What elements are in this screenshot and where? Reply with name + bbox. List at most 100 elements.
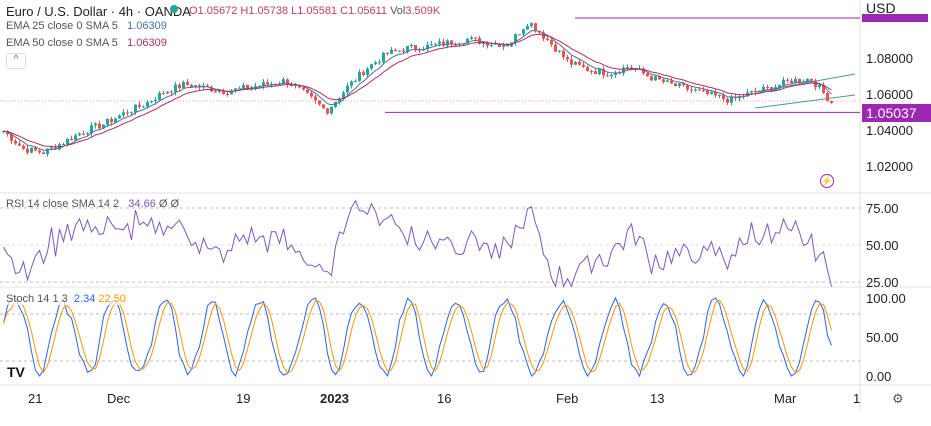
candle-body bbox=[226, 93, 229, 95]
candle-body bbox=[322, 104, 325, 109]
candle-body bbox=[750, 90, 753, 93]
candle-body bbox=[178, 84, 181, 89]
candle-body bbox=[598, 68, 601, 74]
candle-body bbox=[438, 41, 441, 44]
vol: 3.509K bbox=[405, 5, 441, 17]
rsi-legend[interactable]: RSI 14 close SMA 14 2 34.66 Ø Ø bbox=[6, 198, 179, 210]
close: C1.05611 bbox=[340, 5, 388, 17]
price-tick: 1.08000 bbox=[866, 51, 913, 66]
current-price-label: 1.05037 bbox=[862, 104, 931, 122]
stoch-legend[interactable]: Stoch 14 1 3 2.34 22.50 bbox=[6, 293, 126, 305]
candle-body bbox=[678, 83, 681, 86]
settings-gear-icon[interactable]: ⚙ bbox=[892, 391, 904, 407]
currency-label[interactable]: USD bbox=[866, 0, 896, 16]
candle-body bbox=[22, 145, 25, 149]
candle-body bbox=[594, 71, 597, 74]
rsi-label: RSI 14 close SMA 14 2 bbox=[6, 198, 120, 210]
stoch-d-value: 22.50 bbox=[98, 293, 126, 305]
candle-body bbox=[122, 112, 125, 116]
candle-body bbox=[790, 80, 793, 84]
price-tick: 1.02000 bbox=[866, 159, 913, 174]
vol-label: Vol bbox=[390, 5, 406, 17]
candle-body bbox=[566, 57, 569, 60]
candle-body bbox=[218, 90, 221, 92]
candle-body bbox=[370, 64, 373, 69]
candle-body bbox=[134, 104, 137, 113]
candle-body bbox=[110, 118, 113, 123]
candle-body bbox=[830, 100, 833, 103]
tradingview-chart[interactable]: Euro / U.S. Dollar · 4h · OANDA O1.05672… bbox=[0, 0, 931, 426]
candle-body bbox=[18, 143, 21, 146]
candle-body bbox=[214, 91, 217, 93]
candle-body bbox=[14, 140, 17, 144]
candle-body bbox=[26, 148, 29, 153]
candle-body bbox=[378, 62, 381, 64]
time-tick: 2023 bbox=[320, 391, 349, 406]
open: O1.05672 bbox=[189, 5, 238, 17]
candle-body bbox=[82, 133, 85, 135]
candle-body bbox=[142, 106, 145, 108]
candle-body bbox=[74, 135, 77, 141]
candle-body bbox=[126, 112, 129, 114]
candle-body bbox=[162, 92, 165, 94]
candle-body bbox=[390, 49, 393, 54]
candle-body bbox=[590, 70, 593, 72]
candle-body bbox=[114, 118, 117, 123]
candle-body bbox=[106, 118, 109, 125]
candle-body bbox=[306, 89, 309, 93]
chart-canvas[interactable] bbox=[0, 0, 931, 426]
candle-body bbox=[314, 96, 317, 101]
rsi-tick: 50.00 bbox=[866, 238, 899, 253]
candle-body bbox=[474, 37, 477, 39]
ema50-legend[interactable]: EMA 50 close 0 SMA 5 1.06309 bbox=[6, 37, 167, 49]
candle-body bbox=[302, 87, 305, 90]
candle-body bbox=[130, 112, 133, 114]
candle-body bbox=[610, 74, 613, 77]
stoch-d-line bbox=[3, 299, 832, 374]
candle-body bbox=[606, 75, 609, 77]
time-tick: Feb bbox=[556, 391, 579, 406]
candle-body bbox=[694, 89, 697, 91]
lightning-icon[interactable]: ⚡ bbox=[820, 174, 834, 188]
symbol-title[interactable]: Euro / U.S. Dollar · 4h · OANDA bbox=[6, 4, 191, 19]
candle-body bbox=[410, 44, 413, 47]
candle-body bbox=[42, 152, 45, 155]
ema25-label: EMA 25 close 0 SMA 5 bbox=[6, 20, 118, 32]
candle-body bbox=[146, 102, 149, 107]
candle-body bbox=[330, 106, 333, 114]
candle-body bbox=[558, 50, 561, 52]
candle-body bbox=[430, 44, 433, 46]
time-tick: Dec bbox=[107, 391, 131, 406]
market-status-icon bbox=[170, 5, 178, 13]
stoch-tick: 50.00 bbox=[866, 330, 899, 345]
candle-body bbox=[778, 84, 781, 88]
candle-body bbox=[166, 91, 169, 94]
candle-body bbox=[242, 84, 245, 88]
candle-body bbox=[798, 78, 801, 83]
candle-body bbox=[826, 92, 829, 101]
rsi-tick: 75.00 bbox=[866, 201, 899, 216]
rsi-line bbox=[3, 199, 832, 289]
candle-body bbox=[578, 61, 581, 65]
tradingview-logo[interactable]: TV bbox=[7, 364, 25, 380]
candle-body bbox=[358, 72, 361, 81]
stoch-label: Stoch 14 1 3 bbox=[6, 293, 68, 305]
ema25-legend[interactable]: EMA 25 close 0 SMA 5 1.06309 bbox=[6, 20, 167, 32]
candle-body bbox=[690, 89, 693, 91]
candle-body bbox=[626, 67, 629, 69]
candle-body bbox=[570, 59, 573, 65]
candle-body bbox=[666, 80, 669, 82]
low: L1.05581 bbox=[291, 5, 338, 17]
candle-body bbox=[646, 73, 649, 77]
candle-body bbox=[470, 37, 473, 40]
candle-body bbox=[94, 123, 97, 126]
candle-body bbox=[662, 79, 665, 82]
time-tick: 21 bbox=[28, 391, 43, 406]
collapse-legend-button[interactable]: ^ bbox=[6, 53, 26, 69]
time-tick: 19 bbox=[236, 391, 251, 406]
candle-body bbox=[30, 147, 33, 153]
ohlc-values: O1.05672 H1.05738 L1.05581 C1.05611 Vol3… bbox=[189, 5, 440, 17]
time-tick: Mar bbox=[774, 391, 797, 406]
rsi-value: 34.66 bbox=[128, 198, 156, 210]
candle-body bbox=[346, 85, 349, 93]
